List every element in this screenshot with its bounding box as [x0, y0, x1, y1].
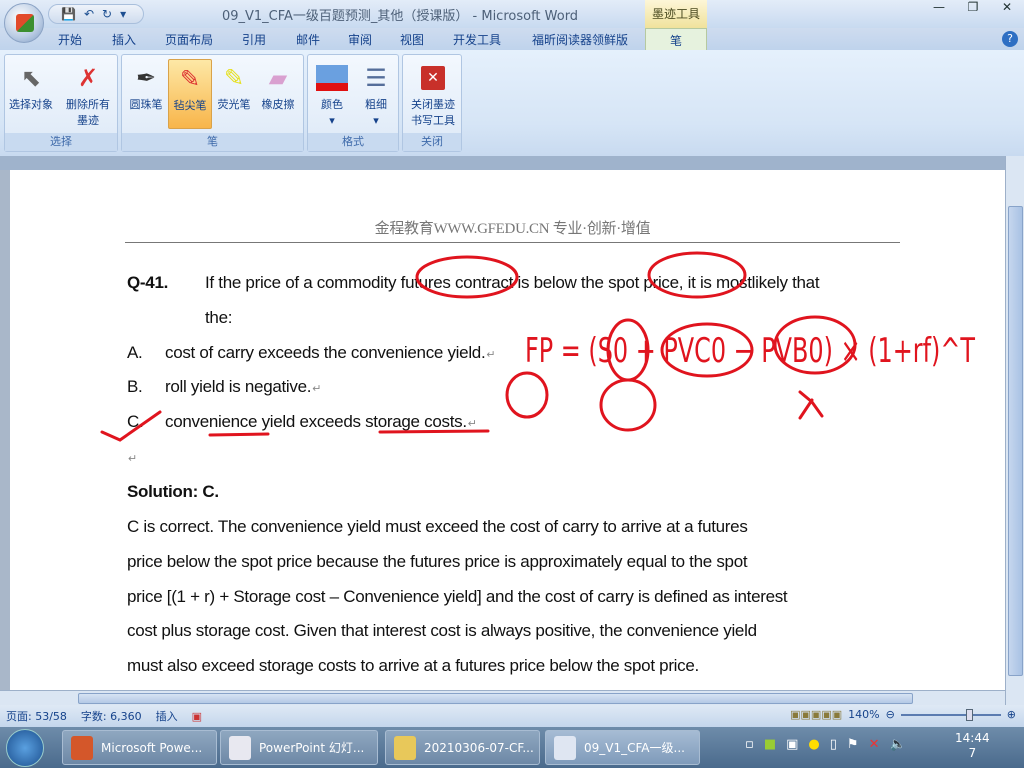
horizontal-scroll-thumb[interactable] — [78, 693, 913, 704]
system-tray: ▫ ■ ▣ ● ▯ ⚑ ✕ 🔈 — [745, 737, 906, 752]
office-button[interactable] — [4, 3, 44, 43]
zoom-out-button[interactable]: ⊖ — [886, 708, 895, 721]
tray-icon[interactable]: ▣ — [786, 737, 798, 752]
start-button[interactable] — [6, 729, 44, 767]
volume-icon[interactable]: 🔈 — [889, 737, 905, 752]
network-icon[interactable]: ✕ — [869, 737, 880, 752]
ink-annotations: FP = (S0 + PVC0 − PVB0) × (1+rf)^T — [100, 251, 975, 442]
tray-icon[interactable]: ■ — [764, 737, 776, 752]
zoom-slider[interactable] — [900, 708, 1001, 721]
clock-date: 7 — [968, 746, 977, 760]
ink-underline — [208, 429, 490, 437]
vertical-scrollbar[interactable] — [1005, 156, 1024, 705]
zoom-in-button[interactable]: ⊕ — [1007, 708, 1016, 721]
ink-formula: FP = (S0 + PVC0 − PVB0) × (1+rf)^T — [525, 331, 975, 371]
view-buttons[interactable]: ▣▣▣▣▣ — [790, 708, 842, 721]
ink-circle-futures — [415, 255, 519, 299]
taskbar: Microsoft Powe... PowerPoint 幻灯... 20210… — [0, 727, 1024, 768]
ink-minus-mark — [798, 390, 824, 420]
tray-icon[interactable]: ▫ — [745, 737, 754, 752]
clock-time: 14:44 — [955, 731, 990, 745]
word-icon — [554, 735, 576, 760]
ink-circle-minus — [599, 378, 657, 432]
status-bar: 页面: 53/58 字数: 6,360 插入 ▣ ▣▣▣▣▣ 140% ⊖ ⊕ — [0, 705, 1024, 727]
slideshow-icon — [229, 735, 251, 760]
taskbar-item-slideshow[interactable]: PowerPoint 幻灯... — [220, 730, 378, 765]
vertical-scroll-thumb[interactable] — [1008, 206, 1023, 676]
ink-circle-spot-price — [647, 251, 747, 299]
page-count[interactable]: 页面: 53/58 — [6, 708, 67, 724]
insert-mode[interactable]: 插入 — [156, 708, 178, 724]
word-count[interactable]: 字数: 6,360 — [81, 708, 142, 724]
flag-icon[interactable]: ⚑ — [847, 737, 859, 752]
clock[interactable]: 14:44 7 — [955, 731, 990, 761]
horizontal-scrollbar[interactable] — [0, 690, 1005, 705]
office-logo-icon — [16, 14, 34, 32]
powerpoint-icon — [71, 735, 93, 760]
zoom-level[interactable]: 140% — [848, 708, 879, 721]
taskbar-item-word[interactable]: 09_V1_CFA一级... — [545, 730, 700, 765]
tray-icon[interactable]: ● — [808, 737, 819, 752]
ink-checkmark — [100, 410, 162, 442]
ink-circle-plus — [505, 371, 549, 419]
macro-record-icon[interactable]: ▣ — [192, 710, 202, 723]
folder-icon — [394, 735, 416, 760]
taskbar-item-folder[interactable]: 20210306-07-CF... — [385, 730, 540, 765]
tray-icon[interactable]: ▯ — [830, 737, 837, 752]
taskbar-item-powerpoint[interactable]: Microsoft Powe... — [62, 730, 217, 765]
